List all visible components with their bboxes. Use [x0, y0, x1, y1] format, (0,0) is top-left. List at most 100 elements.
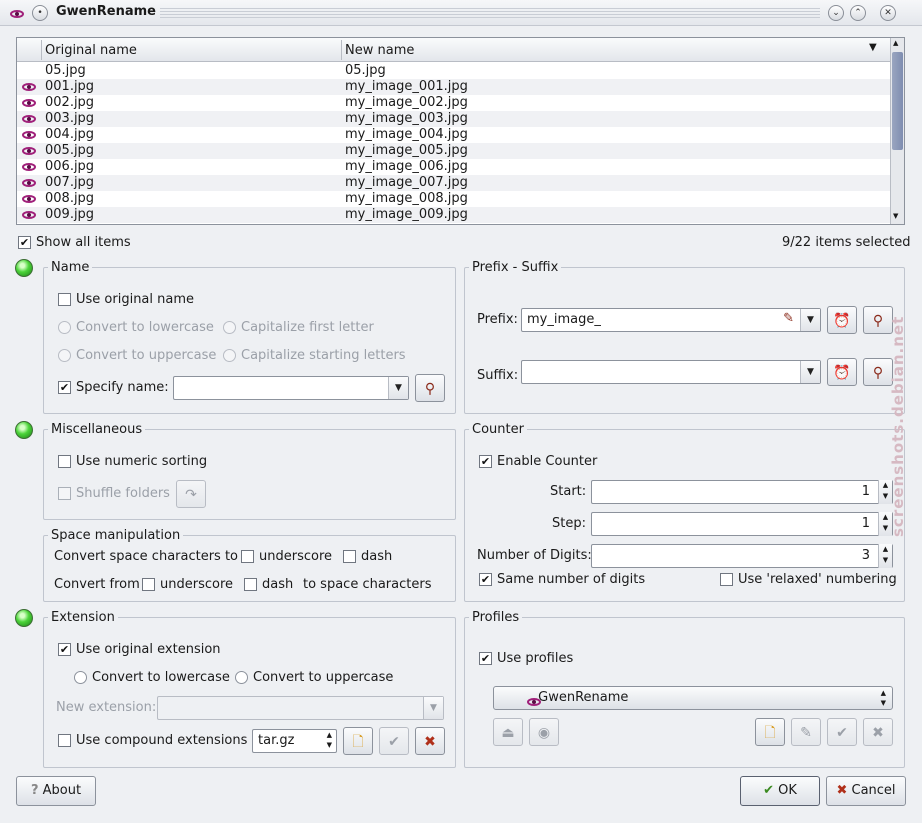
extension-group-title: Extension	[48, 610, 118, 625]
new-name-cell: 05.jpg	[345, 63, 386, 78]
chevron-down-icon[interactable]: ▼	[423, 697, 443, 719]
step-spinbox[interactable]: 1 ▲ ▼	[591, 512, 893, 536]
table-row[interactable]: 002.jpg my_image_002.jpg	[17, 95, 890, 111]
help-icon: ?	[30, 783, 39, 798]
digits-spin-arrows[interactable]: ▲ ▼	[878, 544, 892, 568]
to-underscore-label: underscore	[259, 549, 333, 564]
use-original-name-checkbox[interactable]	[58, 293, 71, 306]
profile-new-button[interactable]: 🗋	[755, 718, 785, 746]
specify-name-checkbox[interactable]: ✔	[58, 381, 71, 394]
file-list[interactable]: Original name New name ▼ 05.jpg 05.jpg 001…	[16, 37, 905, 225]
lowercase-radio[interactable]	[58, 321, 71, 334]
to-dash-checkbox[interactable]	[343, 550, 356, 563]
table-row[interactable]: 003.jpg my_image_003.jpg	[17, 111, 890, 127]
use-original-extension-checkbox[interactable]: ✔	[58, 643, 71, 656]
about-button[interactable]: ? About	[16, 776, 96, 806]
new-document-icon: 🗋	[352, 734, 364, 750]
from-dash-checkbox[interactable]	[244, 578, 257, 591]
prefix-field[interactable]: my_image_ ✎ ▼	[521, 308, 821, 332]
uppercase-radio[interactable]	[58, 349, 71, 362]
enable-counter-checkbox[interactable]: ✔	[479, 455, 492, 468]
apply-compound-button[interactable]: ✔	[379, 727, 409, 755]
list-scrollbar[interactable]: ▲ ▼	[890, 38, 904, 224]
scrollbar-thumb[interactable]	[892, 52, 903, 150]
table-row[interactable]: 001.jpg my_image_001.jpg	[17, 79, 890, 95]
from-underscore-checkbox[interactable]	[142, 578, 155, 591]
digits-spinbox[interactable]: 3 ▲ ▼	[591, 544, 893, 568]
capitalize-first-radio[interactable]	[223, 321, 236, 334]
profile-delete-button[interactable]: ✖	[863, 718, 893, 746]
eye-icon	[22, 178, 36, 188]
name-edit-button[interactable]: ⚲	[415, 374, 445, 402]
specify-name-field[interactable]: ▼	[173, 376, 409, 400]
table-row[interactable]: 05.jpg 05.jpg	[17, 63, 890, 79]
profile-eject-button[interactable]: ⏏	[493, 718, 523, 746]
checkmark-icon: ✔	[763, 783, 774, 798]
eye-icon	[22, 130, 36, 140]
selection-status: 9/22 items selected	[782, 235, 911, 250]
shuffle-button[interactable]: ↷	[176, 480, 206, 508]
use-original-name-label: Use original name	[76, 292, 195, 307]
new-name-cell: my_image_007.jpg	[345, 175, 468, 190]
cancel-button[interactable]: ✖ Cancel	[826, 776, 906, 806]
ext-uppercase-radio[interactable]	[235, 671, 248, 684]
column-new-name[interactable]: New name	[345, 43, 414, 58]
from-underscore-label: underscore	[160, 577, 234, 592]
suffix-field[interactable]: ▼	[521, 360, 821, 384]
prefix-suffix-group	[464, 267, 905, 414]
use-profiles-checkbox[interactable]: ✔	[479, 652, 492, 665]
new-name-cell: my_image_004.jpg	[345, 127, 468, 142]
profile-select[interactable]: GwenRename ▲ ▼	[493, 686, 893, 710]
maximize-button[interactable]: ⌃	[850, 5, 866, 21]
pin-icon[interactable]: •	[32, 5, 48, 21]
to-underscore-checkbox[interactable]	[241, 550, 254, 563]
capitalize-first-label: Capitalize first letter	[241, 320, 374, 335]
window-title: GwenRename	[56, 4, 156, 19]
prefix-suffix-title: Prefix - Suffix	[469, 260, 562, 275]
numeric-sorting-checkbox[interactable]	[58, 455, 71, 468]
scroll-up-icon[interactable]: ▲	[893, 39, 898, 47]
title-decoration	[160, 8, 820, 18]
chevron-down-icon[interactable]: ▼	[800, 361, 820, 383]
sort-chevron-down-icon[interactable]: ▼	[869, 42, 877, 53]
shuffle-folders-checkbox[interactable]	[58, 487, 71, 500]
prefix-label: Prefix:	[477, 312, 518, 327]
new-extension-field[interactable]: ▼	[157, 696, 444, 720]
misc-group-title: Miscellaneous	[48, 422, 146, 437]
start-spinbox[interactable]: 1 ▲ ▼	[591, 480, 893, 504]
compound-extension-select[interactable]: tar.gz ▲ ▼	[252, 729, 337, 753]
eye-icon	[22, 98, 36, 108]
same-digits-checkbox[interactable]: ✔	[479, 573, 492, 586]
clear-brush-icon[interactable]: ✎	[783, 311, 794, 326]
column-original-name[interactable]: Original name	[45, 43, 137, 58]
prefix-insert-button[interactable]: ⏰	[827, 306, 857, 334]
table-row[interactable]: 007.jpg my_image_007.jpg	[17, 175, 890, 191]
capitalize-words-radio[interactable]	[223, 349, 236, 362]
table-row[interactable]: 006.jpg my_image_006.jpg	[17, 159, 890, 175]
profile-rename-button[interactable]: ✎	[791, 718, 821, 746]
scroll-down-icon[interactable]: ▼	[893, 212, 898, 220]
eye-icon	[22, 114, 36, 124]
minimize-button[interactable]: ⌄	[828, 5, 844, 21]
delete-icon: ✖	[424, 734, 436, 750]
table-row[interactable]: 008.jpg my_image_008.jpg	[17, 191, 890, 207]
ext-lowercase-radio[interactable]	[74, 671, 87, 684]
delete-compound-button[interactable]: ✖	[415, 727, 445, 755]
table-row[interactable]: 009.jpg my_image_009.jpg	[17, 207, 890, 223]
checkmark-icon: ✔	[836, 725, 848, 741]
table-row[interactable]: 004.jpg my_image_004.jpg	[17, 127, 890, 143]
suffix-insert-button[interactable]: ⏰	[827, 358, 857, 386]
ok-button[interactable]: ✔ OK	[740, 776, 820, 806]
profile-save-button[interactable]: ✔	[827, 718, 857, 746]
chevron-down-icon[interactable]: ▼	[800, 309, 820, 331]
new-name-cell: my_image_009.jpg	[345, 207, 468, 222]
chevron-down-icon[interactable]: ▼	[388, 377, 408, 399]
compound-extensions-checkbox[interactable]	[58, 734, 71, 747]
profile-preview-button[interactable]: ◉	[529, 718, 559, 746]
relaxed-numbering-checkbox[interactable]	[720, 573, 733, 586]
close-button[interactable]: ✕	[880, 5, 896, 21]
rename-icon: ✎	[800, 725, 812, 741]
table-row[interactable]: 005.jpg my_image_005.jpg	[17, 143, 890, 159]
new-compound-button[interactable]: 🗋	[343, 727, 373, 755]
show-all-checkbox[interactable]: ✔	[18, 236, 31, 249]
